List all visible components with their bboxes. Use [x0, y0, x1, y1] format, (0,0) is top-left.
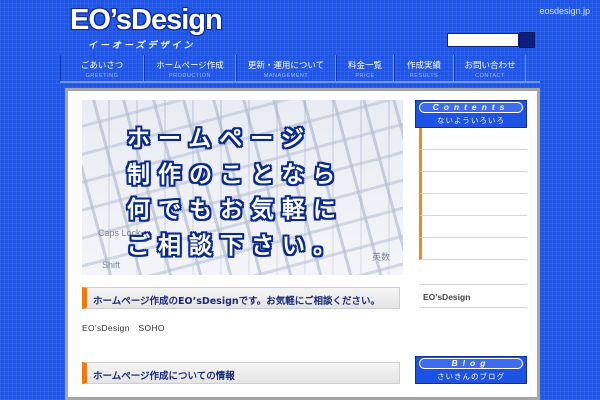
nav-item-results[interactable]: 作成実績 RESULTS [394, 55, 454, 81]
section-heading-info: ホームページ作成についての情報 [82, 362, 400, 384]
hero-banner: Caps Lock Shift 英数 ホームページ 制作のことなら 何でもお気軽… [82, 100, 403, 275]
hero-line: ご相談下さい。 [127, 232, 344, 259]
site-header: EO’sDesign イーオーズデザイン eosdesign.jp [0, 0, 600, 55]
nav-label: ホームページ作成 [156, 61, 224, 71]
sidebar-menu [419, 128, 527, 260]
search-button[interactable] [519, 32, 535, 48]
nav-label: 更新・運用について [247, 61, 325, 71]
section-heading-intro: ホームページ作成のEO’sDesignです。お気軽にご相談ください。 [82, 287, 400, 309]
sidebar-contents-header: Contents ないよういろいろ [415, 100, 527, 128]
sidebar-contents-subtitle: ないよういろいろ [437, 116, 505, 125]
site-logo-subtitle: イーオーズデザイン [88, 41, 196, 51]
nav-item-contact[interactable]: お問い合わせ CONTACT [454, 55, 526, 81]
sidebar-item[interactable] [419, 194, 527, 216]
nav-label: 作成実績 [406, 61, 441, 71]
nav-sublabel: PRODUCTION [169, 73, 211, 79]
nav-item-price[interactable]: 料金一覧 PRICE [336, 55, 394, 81]
nav-sublabel: RESULTS [409, 73, 439, 79]
key-label: Shift [102, 260, 121, 270]
hero-line: 何でもお気軽に [127, 197, 344, 223]
nav-label: お問い合わせ [464, 61, 516, 71]
nav-item-production[interactable]: ホームページ作成 PRODUCTION [144, 55, 236, 81]
nav-item-management[interactable]: 更新・運用について MANAGEMENT [236, 55, 336, 81]
hero-line: 制作のことなら [127, 161, 344, 188]
search-input[interactable] [447, 33, 519, 47]
sidebar-item[interactable] [419, 172, 527, 194]
intro-text: EO’sDesign SOHO [82, 323, 165, 333]
sidebar-item[interactable] [419, 238, 527, 260]
nav-item-greeting[interactable]: ごあいさつ GREETING [60, 55, 144, 81]
global-nav: ごあいさつ GREETING ホームページ作成 PRODUCTION 更新・運用… [60, 55, 540, 81]
nav-divider [60, 81, 540, 83]
nav-sublabel: PRICE [355, 73, 375, 79]
hero-copy: ホームページ 制作のことなら 何でもお気軽に ご相談下さい。 [127, 122, 403, 264]
sidebar-site-label[interactable]: EO’sDesign [419, 284, 527, 308]
sidebar-blog-header[interactable]: Blog さいきんのブログ [415, 356, 527, 384]
site-domain: eosdesign.jp [539, 6, 590, 16]
sidebar-item[interactable] [419, 216, 527, 238]
nav-label: ごあいさつ [80, 61, 124, 71]
sidebar-item[interactable] [419, 150, 527, 172]
nav-label: 料金一覧 [347, 61, 382, 71]
sidebar-item[interactable] [419, 128, 527, 150]
nav-sublabel: GREETING [85, 73, 119, 79]
nav-sublabel: CONTACT [475, 73, 505, 79]
sidebar-blog-subtitle: さいきんのブログ [437, 372, 505, 381]
site-logo[interactable]: EO’sDesign [70, 4, 223, 37]
nav-sublabel: MANAGEMENT [263, 73, 309, 79]
sidebar-contents-title: Contents [419, 102, 523, 113]
hero-line: ホームページ [127, 126, 312, 152]
sidebar-blog-title: Blog [419, 358, 523, 369]
